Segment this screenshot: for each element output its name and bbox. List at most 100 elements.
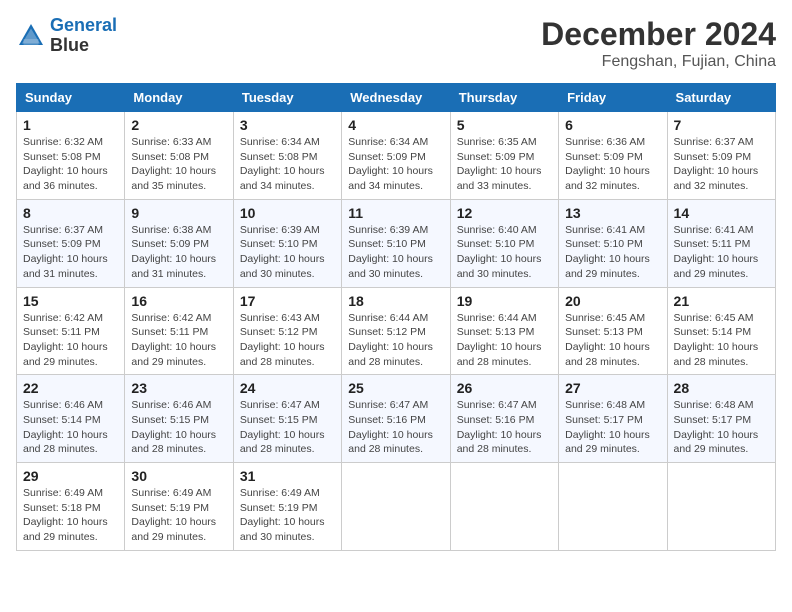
day-info: Sunrise: 6:38 AMSunset: 5:09 PMDaylight:… (131, 223, 226, 282)
day-number: 15 (23, 293, 118, 309)
calendar-day-header: Sunday (17, 84, 125, 112)
calendar-day-header: Thursday (450, 84, 558, 112)
day-info: Sunrise: 6:34 AMSunset: 5:08 PMDaylight:… (240, 135, 335, 194)
calendar-day-cell: 19 Sunrise: 6:44 AMSunset: 5:13 PMDayligh… (450, 287, 558, 375)
calendar-day-cell: 23 Sunrise: 6:46 AMSunset: 5:15 PMDayligh… (125, 375, 233, 463)
day-number: 20 (565, 293, 660, 309)
day-number: 5 (457, 117, 552, 133)
page-header: General Blue December 2024 Fengshan, Fuj… (16, 16, 776, 71)
calendar-day-cell: 20 Sunrise: 6:45 AMSunset: 5:13 PMDayligh… (559, 287, 667, 375)
calendar-day-cell: 11 Sunrise: 6:39 AMSunset: 5:10 PMDayligh… (342, 199, 450, 287)
title-block: December 2024 Fengshan, Fujian, China (541, 16, 776, 71)
day-info: Sunrise: 6:47 AMSunset: 5:16 PMDaylight:… (457, 398, 552, 457)
logo-icon (16, 21, 46, 51)
calendar-day-cell: 21Sunrise: 6:45 AMSunset: 5:14 PMDayligh… (667, 287, 775, 375)
day-info: Sunrise: 6:32 AMSunset: 5:08 PMDaylight:… (23, 135, 118, 194)
month-title: December 2024 (541, 16, 776, 53)
calendar-day-cell: 16Sunrise: 6:42 AMSunset: 5:11 PMDayligh… (125, 287, 233, 375)
day-number: 7 (674, 117, 769, 133)
day-number: 16 (131, 293, 226, 309)
day-number: 31 (240, 468, 335, 484)
day-number: 21 (674, 293, 769, 309)
day-number: 4 (348, 117, 443, 133)
location: Fengshan, Fujian, China (541, 53, 776, 71)
calendar-day-cell: 1 Sunrise: 6:32 AMSunset: 5:08 PMDaylight… (17, 112, 125, 200)
day-number: 14 (674, 205, 769, 221)
calendar-week-row: 8Sunrise: 6:37 AMSunset: 5:09 PMDaylight… (17, 199, 776, 287)
calendar-day-header: Tuesday (233, 84, 341, 112)
day-info: Sunrise: 6:44 AMSunset: 5:13 PMDaylight:… (457, 311, 552, 370)
calendar-day-cell: 13 Sunrise: 6:41 AMSunset: 5:10 PMDayligh… (559, 199, 667, 287)
day-info: Sunrise: 6:46 AMSunset: 5:14 PMDaylight:… (23, 398, 118, 457)
day-info: Sunrise: 6:46 AMSunset: 5:15 PMDaylight:… (131, 398, 226, 457)
calendar-day-cell: 9 Sunrise: 6:38 AMSunset: 5:09 PMDaylight… (125, 199, 233, 287)
calendar-header-row: SundayMondayTuesdayWednesdayThursdayFrid… (17, 84, 776, 112)
day-number: 29 (23, 468, 118, 484)
calendar-day-cell: 4 Sunrise: 6:34 AMSunset: 5:09 PMDaylight… (342, 112, 450, 200)
calendar-day-cell: 22 Sunrise: 6:46 AMSunset: 5:14 PMDayligh… (17, 375, 125, 463)
day-number: 19 (457, 293, 552, 309)
day-info: Sunrise: 6:48 AMSunset: 5:17 PMDaylight:… (565, 398, 660, 457)
calendar-day-cell: 25Sunrise: 6:47 AMSunset: 5:16 PMDayligh… (342, 375, 450, 463)
calendar-empty-cell (667, 463, 775, 551)
day-info: Sunrise: 6:49 AMSunset: 5:19 PMDaylight:… (240, 486, 335, 545)
calendar-day-cell: 31 Sunrise: 6:49 AMSunset: 5:19 PMDayligh… (233, 463, 341, 551)
day-info: Sunrise: 6:41 AMSunset: 5:10 PMDaylight:… (565, 223, 660, 282)
calendar-empty-cell (559, 463, 667, 551)
day-number: 23 (131, 380, 226, 396)
calendar-day-header: Saturday (667, 84, 775, 112)
day-number: 24 (240, 380, 335, 396)
calendar-day-cell: 24 Sunrise: 6:47 AMSunset: 5:15 PMDayligh… (233, 375, 341, 463)
day-number: 22 (23, 380, 118, 396)
day-info: Sunrise: 6:41 AMSunset: 5:11 PMDaylight:… (674, 223, 769, 282)
day-number: 25 (348, 380, 443, 396)
day-info: Sunrise: 6:34 AMSunset: 5:09 PMDaylight:… (348, 135, 443, 194)
day-info: Sunrise: 6:45 AMSunset: 5:13 PMDaylight:… (565, 311, 660, 370)
day-number: 8 (23, 205, 118, 221)
day-number: 3 (240, 117, 335, 133)
calendar-body: 1 Sunrise: 6:32 AMSunset: 5:08 PMDaylight… (17, 112, 776, 551)
day-info: Sunrise: 6:47 AMSunset: 5:15 PMDaylight:… (240, 398, 335, 457)
day-info: Sunrise: 6:39 AMSunset: 5:10 PMDaylight:… (240, 223, 335, 282)
day-number: 1 (23, 117, 118, 133)
day-number: 30 (131, 468, 226, 484)
calendar-day-header: Monday (125, 84, 233, 112)
calendar-day-cell: 14 Sunrise: 6:41 AMSunset: 5:11 PMDayligh… (667, 199, 775, 287)
calendar-day-cell: 17Sunrise: 6:43 AMSunset: 5:12 PMDayligh… (233, 287, 341, 375)
day-info: Sunrise: 6:43 AMSunset: 5:12 PMDaylight:… (240, 311, 335, 370)
logo-text: General Blue (50, 16, 117, 56)
day-number: 11 (348, 205, 443, 221)
calendar-day-cell: 30 Sunrise: 6:49 AMSunset: 5:19 PMDayligh… (125, 463, 233, 551)
calendar-day-cell: 29Sunrise: 6:49 AMSunset: 5:18 PMDayligh… (17, 463, 125, 551)
day-info: Sunrise: 6:39 AMSunset: 5:10 PMDaylight:… (348, 223, 443, 282)
calendar-day-cell: 28 Sunrise: 6:48 AMSunset: 5:17 PMDayligh… (667, 375, 775, 463)
day-info: Sunrise: 6:33 AMSunset: 5:08 PMDaylight:… (131, 135, 226, 194)
calendar-day-header: Wednesday (342, 84, 450, 112)
calendar-table: SundayMondayTuesdayWednesdayThursdayFrid… (16, 83, 776, 551)
day-number: 2 (131, 117, 226, 133)
day-info: Sunrise: 6:36 AMSunset: 5:09 PMDaylight:… (565, 135, 660, 194)
calendar-day-cell: 8Sunrise: 6:37 AMSunset: 5:09 PMDaylight… (17, 199, 125, 287)
day-number: 28 (674, 380, 769, 396)
day-number: 12 (457, 205, 552, 221)
day-info: Sunrise: 6:42 AMSunset: 5:11 PMDaylight:… (23, 311, 118, 370)
day-number: 10 (240, 205, 335, 221)
calendar-day-cell: 10 Sunrise: 6:39 AMSunset: 5:10 PMDayligh… (233, 199, 341, 287)
calendar-week-row: 15 Sunrise: 6:42 AMSunset: 5:11 PMDayligh… (17, 287, 776, 375)
calendar-day-cell: 5Sunrise: 6:35 AMSunset: 5:09 PMDaylight… (450, 112, 558, 200)
calendar-day-cell: 7 Sunrise: 6:37 AMSunset: 5:09 PMDaylight… (667, 112, 775, 200)
day-info: Sunrise: 6:49 AMSunset: 5:19 PMDaylight:… (131, 486, 226, 545)
calendar-empty-cell (342, 463, 450, 551)
day-number: 13 (565, 205, 660, 221)
day-info: Sunrise: 6:44 AMSunset: 5:12 PMDaylight:… (348, 311, 443, 370)
day-info: Sunrise: 6:37 AMSunset: 5:09 PMDaylight:… (674, 135, 769, 194)
day-number: 9 (131, 205, 226, 221)
calendar-day-cell: 26Sunrise: 6:47 AMSunset: 5:16 PMDayligh… (450, 375, 558, 463)
day-info: Sunrise: 6:48 AMSunset: 5:17 PMDaylight:… (674, 398, 769, 457)
calendar-day-cell: 3 Sunrise: 6:34 AMSunset: 5:08 PMDaylight… (233, 112, 341, 200)
calendar-day-cell: 2 Sunrise: 6:33 AMSunset: 5:08 PMDaylight… (125, 112, 233, 200)
calendar-empty-cell (450, 463, 558, 551)
calendar-week-row: 1 Sunrise: 6:32 AMSunset: 5:08 PMDaylight… (17, 112, 776, 200)
day-number: 18 (348, 293, 443, 309)
calendar-week-row: 22 Sunrise: 6:46 AMSunset: 5:14 PMDayligh… (17, 375, 776, 463)
